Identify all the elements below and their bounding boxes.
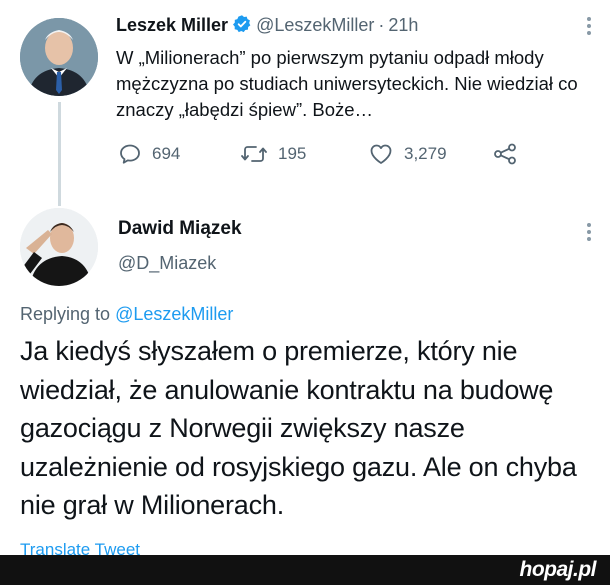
reply-icon [118, 142, 142, 166]
watermark-bar: hopaj.pl [0, 555, 610, 585]
replying-to: Replying to @LeszekMiller [20, 304, 233, 325]
heart-icon [368, 142, 394, 166]
site-watermark: hopaj.pl [519, 558, 597, 581]
tweet-reply: Dawid Miązek @D_Miazek Replying to @Lesz… [0, 200, 610, 560]
more-options-icon[interactable] [586, 222, 592, 247]
author-handle[interactable]: @LeszekMiller [256, 15, 374, 35]
tweet1-actions: 694 195 3,279 [116, 142, 536, 172]
like-count: 3,279 [404, 144, 447, 163]
avatar-dawid-miazek[interactable] [20, 208, 98, 286]
replying-prefix: Replying to [20, 304, 111, 324]
more-options-icon[interactable] [586, 16, 592, 36]
tweet2-text: Ja kiedyś słyszałem o premierze, który n… [20, 336, 577, 520]
retweet-button[interactable]: 195 [240, 142, 306, 166]
share-button[interactable] [492, 142, 518, 166]
author-name[interactable]: Leszek Miller [116, 15, 228, 35]
avatar-image [20, 208, 98, 286]
like-button[interactable]: 3,279 [368, 142, 447, 166]
retweet-count: 195 [278, 144, 307, 163]
share-icon [492, 142, 518, 166]
tweet-time[interactable]: 21h [388, 15, 418, 35]
tweet1-text: W „Milionerach” po pierwszym pytaniu odp… [116, 47, 578, 120]
thread-line [58, 102, 61, 206]
avatar-leszek-miller[interactable] [20, 18, 98, 96]
retweet-icon [240, 142, 268, 166]
verified-badge-icon [232, 14, 252, 39]
reply-count: 694 [152, 144, 181, 163]
reply-button[interactable]: 694 [118, 142, 180, 166]
author-name[interactable]: Dawid Miązek [118, 218, 242, 240]
tweet-original: Leszek Miller @LeszekMiller · 21h W „Milion… [0, 0, 610, 206]
replying-to-mention[interactable]: @LeszekMiller [115, 304, 233, 324]
translate-tweet-link[interactable]: Translate Tweet [20, 540, 140, 555]
avatar-image [20, 18, 98, 96]
tweet1-header: Leszek Miller @LeszekMiller · 21h [116, 14, 418, 39]
separator-dot: · [378, 15, 385, 35]
author-handle[interactable]: @D_Miazek [118, 253, 216, 274]
